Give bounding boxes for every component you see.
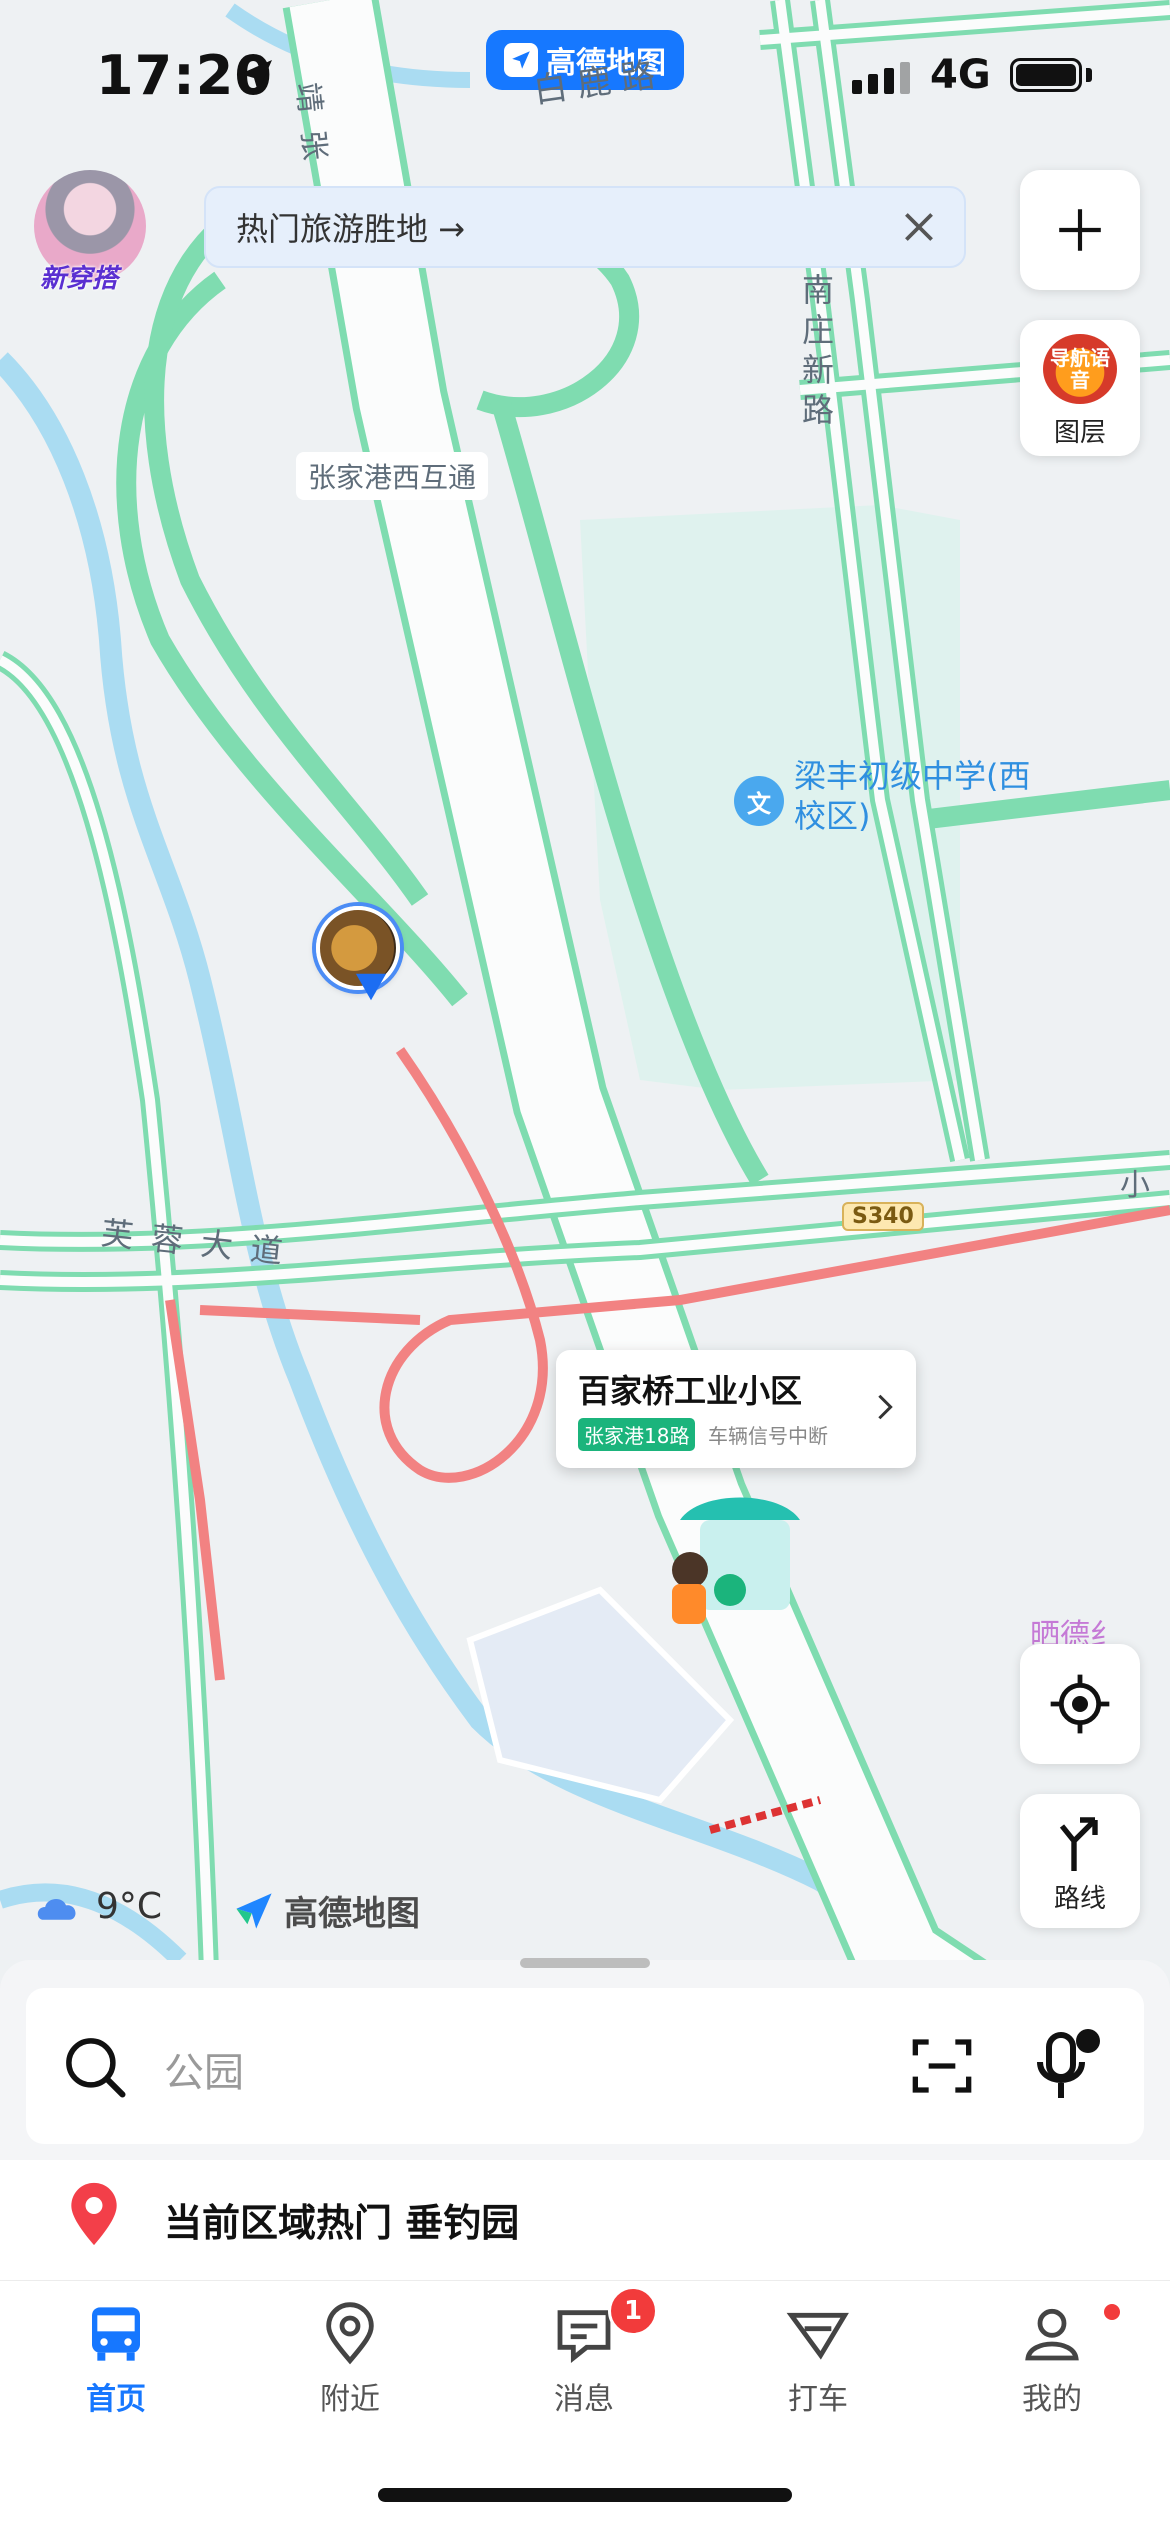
message-badge: 1 bbox=[608, 2286, 658, 2336]
layer-button[interactable]: 导航语音 图层 bbox=[1020, 320, 1140, 456]
tab-home-label: 首页 bbox=[86, 2382, 146, 2417]
tab-nearby-label: 附近 bbox=[320, 2382, 380, 2417]
close-icon[interactable] bbox=[898, 206, 940, 248]
weather-widget[interactable]: 9°C bbox=[34, 1886, 162, 1927]
voice-nav-icon: 导航语音 bbox=[1043, 334, 1117, 404]
hot-area-text: 当前区域热门 垂钓园 bbox=[164, 2201, 520, 2245]
locate-me-button[interactable] bbox=[1020, 1644, 1140, 1764]
tab-taxi-label: 打车 bbox=[788, 2382, 848, 2417]
school-pin-icon[interactable]: 文 bbox=[734, 776, 784, 826]
road-code-tag: S340 bbox=[842, 1202, 924, 1231]
cellular-signal-icon bbox=[852, 62, 910, 94]
bus-line-badge: 张家港18路 bbox=[578, 1418, 696, 1451]
tab-taxi[interactable]: 打车 bbox=[728, 2302, 908, 2418]
network-type: 4G bbox=[930, 52, 991, 98]
message-icon bbox=[557, 2310, 611, 2363]
gaode-logo-text: 高德地图 bbox=[284, 1894, 420, 1934]
sheet-drag-handle[interactable] bbox=[520, 1958, 650, 1968]
red-location-pin-icon bbox=[71, 2182, 117, 2246]
battery-icon bbox=[1010, 58, 1082, 92]
tab-home[interactable]: 首页 bbox=[26, 2302, 206, 2418]
layer-label: 图层 bbox=[1053, 418, 1106, 448]
locate-icon bbox=[1050, 1674, 1110, 1734]
gaode-logo: 高德地图 bbox=[232, 1886, 420, 1935]
microphone-icon[interactable] bbox=[1030, 2026, 1104, 2104]
tab-nearby[interactable]: 附近 bbox=[260, 2302, 440, 2418]
avatar-tag: 新穿搭 bbox=[40, 264, 119, 294]
location-arrow-icon bbox=[240, 60, 272, 92]
profile-icon bbox=[1025, 2308, 1079, 2361]
route-label: 路线 bbox=[1053, 1884, 1106, 1914]
interchange-label: 张家港西互通 bbox=[296, 452, 489, 500]
promo-banner[interactable]: 热门旅游胜地 → bbox=[204, 186, 966, 268]
route-icon bbox=[1059, 1817, 1098, 1871]
chevron-right-icon bbox=[878, 1394, 893, 1420]
map-canvas[interactable] bbox=[0, 0, 1170, 2000]
bus-signal-status: 车辆信号中断 bbox=[708, 1424, 828, 1448]
bus-stop-card[interactable]: 百家桥工业小区 张家港18路 车辆信号中断 bbox=[556, 1350, 916, 1468]
bus-icon bbox=[92, 2307, 140, 2361]
cloud-icon bbox=[37, 1898, 76, 1920]
promo-text: 热门旅游胜地 → bbox=[236, 210, 465, 248]
location-pin-icon bbox=[326, 2302, 374, 2365]
taxi-icon bbox=[786, 2312, 849, 2360]
school-label[interactable]: 梁丰初级中学(西校区) bbox=[794, 756, 1034, 836]
route-button[interactable]: 路线 bbox=[1020, 1794, 1140, 1928]
profile-notification-dot bbox=[1104, 2304, 1120, 2320]
tab-messages-label: 消息 bbox=[554, 2382, 614, 2417]
add-button[interactable] bbox=[1020, 170, 1140, 290]
search-icon bbox=[66, 2038, 126, 2098]
scan-icon[interactable] bbox=[910, 2034, 974, 2098]
heading-arrow-icon bbox=[355, 973, 387, 1001]
home-indicator[interactable] bbox=[378, 2488, 792, 2502]
road-label-xiao: 小 bbox=[1120, 1168, 1150, 1203]
plus-icon bbox=[1059, 209, 1101, 251]
tab-profile-label: 我的 bbox=[1022, 2382, 1082, 2417]
road-label-nanzhuang: 南庄新路 bbox=[802, 271, 835, 429]
bus-stop-title: 百家桥工业小区 bbox=[578, 1372, 803, 1410]
gaode-logo-icon bbox=[236, 1892, 272, 1929]
search-input[interactable]: 公园 bbox=[164, 2040, 244, 2098]
battery-cap bbox=[1086, 68, 1092, 82]
weather-temp: 9°C bbox=[96, 1886, 163, 1927]
